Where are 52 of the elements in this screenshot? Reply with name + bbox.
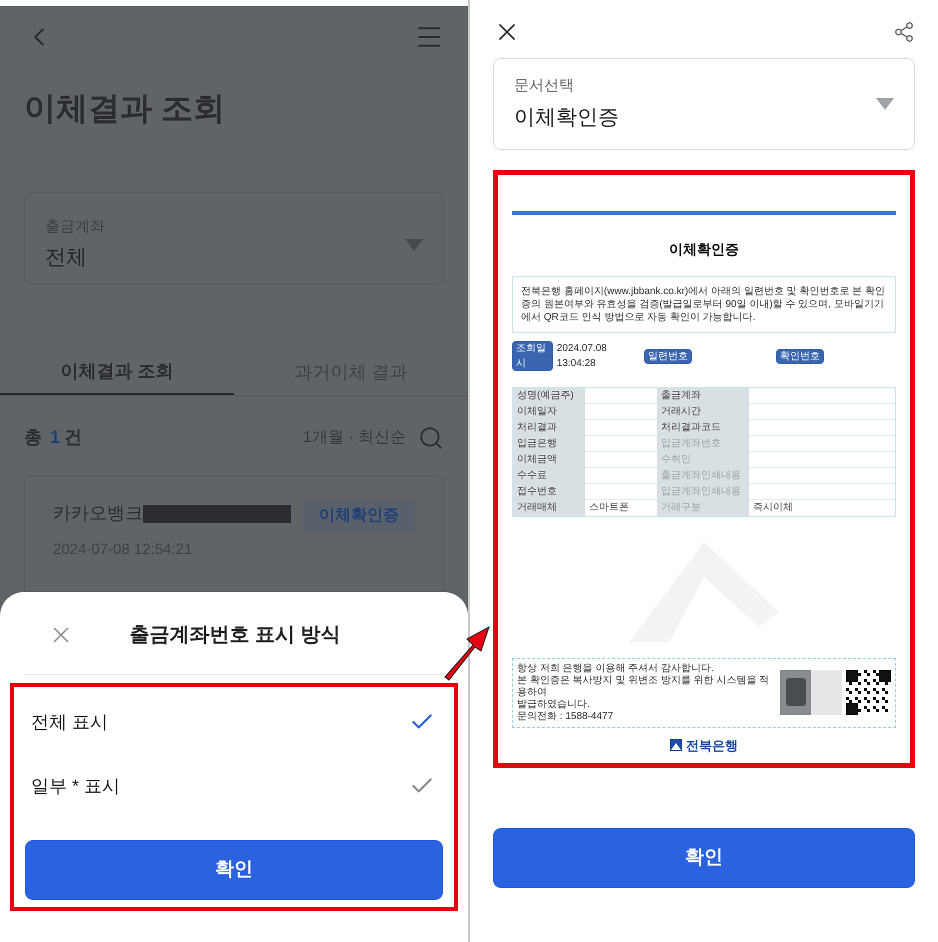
table-label: 수수료 <box>513 468 585 484</box>
table-label: 수취인 <box>657 452 749 468</box>
footer-text: 본 확인증은 복사방지 및 위변조 방지를 위한 시스템을 적용하여 <box>517 674 770 698</box>
search-icon[interactable] <box>418 424 444 450</box>
table-label: 처리결과코드 <box>657 420 749 436</box>
table-label: 출금계좌인쇄내용 <box>657 468 749 484</box>
bank-logo-icon <box>670 739 682 752</box>
meta-value: 2024.07.08 13:04:28 <box>556 342 608 371</box>
table-cell-text: 스마트폰 <box>588 501 630 515</box>
select-value: 이체확인증 <box>514 104 619 130</box>
select-label: 문서선택 <box>514 76 575 96</box>
display-option[interactable]: 일부 * 표시 <box>25 757 443 815</box>
table-label: 처리결과 <box>513 420 585 436</box>
certificate-badge[interactable]: 이체확인증 <box>303 500 415 532</box>
document-select[interactable]: 문서선택 이체확인증 <box>493 58 915 150</box>
table-label: 입금은행 <box>513 436 585 452</box>
table-label: 거래구분 <box>657 500 749 516</box>
confirm-button[interactable]: 확인 <box>25 840 443 900</box>
table-label: 이체일자 <box>513 404 585 420</box>
seal-drawing <box>780 670 842 715</box>
bank-name: 카카오뱅크 <box>53 502 143 525</box>
meta-tag: 확인번호 <box>776 348 824 364</box>
tab[interactable]: 이체결과 조회 <box>0 349 234 395</box>
table-label: 접수번호 <box>513 484 585 500</box>
total-label: 총 <box>24 426 42 449</box>
display-option[interactable]: 전체 표시 <box>25 693 443 751</box>
total-unit: 건 <box>64 426 82 449</box>
table-label: 입금계좌인쇄내용 <box>657 484 749 500</box>
table-label: 거래매체 <box>513 500 585 516</box>
table-label: 거래시간 <box>657 404 749 420</box>
table-label: 출금계좌 <box>657 388 749 404</box>
dropdown-caret-icon <box>876 98 894 110</box>
table-label: 입금계좌번호 <box>657 436 749 452</box>
qr-code-icon <box>846 670 891 715</box>
footer-text: 항상 저희 은행을 이용해 주셔서 감사합니다. <box>517 662 715 674</box>
total-count: 1 <box>50 426 60 449</box>
annotation-arrow <box>443 625 491 681</box>
meta-tag: 일련번호 <box>644 348 692 364</box>
table-cell-text: 즉시이체 <box>752 501 794 515</box>
select-value: 전체 <box>45 245 88 271</box>
document-title: 이체확인증 <box>668 240 740 259</box>
notice-text: 전북은행 홈페이지(www.jbbank.co.kr)에서 아래의 일련번호 및 확인번호로 본 확인증의 원본여부와 유효성을 검증(발급일로부터 90일 이내)할 수 있으며, 모바일기기 에서 QR코드 인식 방법으로 자동 확인이 가능합니다. <box>512 276 896 333</box>
confirm-button[interactable]: 확인 <box>493 828 915 888</box>
footer-text: 문의전화 : 1588-4477 <box>517 710 614 722</box>
page-title: 이체결과 조회 <box>23 89 226 128</box>
footer-text: 발급하였습니다. <box>517 698 591 710</box>
bank-logo-text: 전북은행 <box>686 736 738 754</box>
table-label: 이체금액 <box>513 452 585 468</box>
table-label: 성명(예금주) <box>513 388 585 404</box>
dropdown-caret-icon <box>405 238 423 250</box>
meta-tag: 조회일시 <box>512 341 553 371</box>
share-icon[interactable] <box>893 21 915 43</box>
